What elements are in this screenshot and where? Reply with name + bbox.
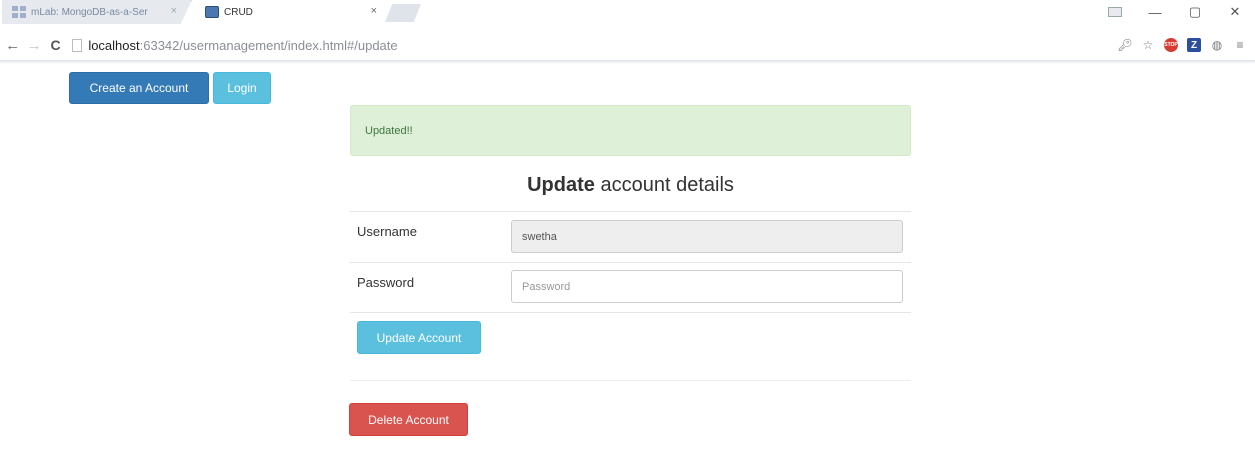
restore-button[interactable]: ▢ [1175, 0, 1215, 24]
menu-icon[interactable]: ≡ [1233, 38, 1247, 52]
url-path: :63342/usermanagement/index.html#/update [139, 37, 398, 53]
browser-toolbar: ← → C localhost:63342/usermanagement/ind… [0, 30, 1255, 60]
form-heading: Update account details [350, 174, 911, 197]
username-input[interactable] [522, 230, 892, 243]
close-tab-icon[interactable]: × [171, 5, 177, 17]
close-window-button[interactable]: ✕ [1215, 0, 1255, 24]
url-host: localhost [88, 37, 140, 53]
browser-tab-mlab[interactable]: mLab: MongoDB-as-a-Ser × [2, 0, 192, 24]
profile-icon[interactable] [1095, 0, 1135, 24]
success-alert: Updated!! [350, 105, 911, 156]
back-arrow-icon[interactable]: ← [2, 34, 23, 56]
create-account-button[interactable]: Create an Account [69, 72, 209, 104]
extension-icon[interactable]: ◍ [1210, 38, 1224, 52]
window-controls: — ▢ ✕ [1095, 0, 1255, 24]
close-tab-icon[interactable]: × [371, 5, 377, 17]
heading-rest: account details [594, 174, 734, 196]
toolbar-divider [0, 60, 1255, 64]
divider [350, 211, 911, 212]
username-field[interactable] [511, 220, 903, 253]
divider [350, 380, 911, 381]
divider [350, 312, 911, 313]
password-label: Password [357, 275, 415, 290]
browser-tab-crud[interactable]: CRUD × [195, 0, 395, 24]
heading-bold: Update [527, 174, 595, 196]
login-button[interactable]: Login [213, 72, 271, 104]
password-input[interactable] [522, 280, 892, 293]
tab-label: CRUD [224, 6, 253, 18]
alert-message: Updated!! [365, 124, 413, 137]
address-bar[interactable]: localhost:63342/usermanagement/index.htm… [70, 33, 1118, 57]
reload-icon[interactable]: C [45, 34, 66, 56]
mlab-favicon-icon [12, 6, 26, 18]
divider [350, 262, 911, 263]
password-field[interactable] [511, 270, 903, 303]
forward-arrow-icon[interactable]: → [23, 34, 44, 56]
stop-extension-icon[interactable]: STOP [1164, 38, 1178, 52]
username-label: Username [357, 224, 417, 239]
tab-strip: mLab: MongoDB-as-a-Ser × CRUD × — ▢ ✕ [0, 0, 1255, 24]
update-account-button[interactable]: Update Account [357, 321, 481, 354]
z-extension-icon[interactable]: Z [1187, 38, 1201, 52]
page-icon [72, 38, 83, 52]
minimize-button[interactable]: — [1135, 0, 1175, 24]
extension-bar: 🔑︎ ☆ STOP Z ◍ ≡ [1117, 38, 1247, 52]
crud-favicon-icon [205, 6, 219, 18]
tab-label: mLab: MongoDB-as-a-Ser [31, 6, 148, 18]
key-icon[interactable]: 🔑︎ [1117, 38, 1132, 52]
star-icon[interactable]: ☆ [1141, 38, 1155, 52]
delete-account-button[interactable]: Delete Account [349, 403, 468, 436]
